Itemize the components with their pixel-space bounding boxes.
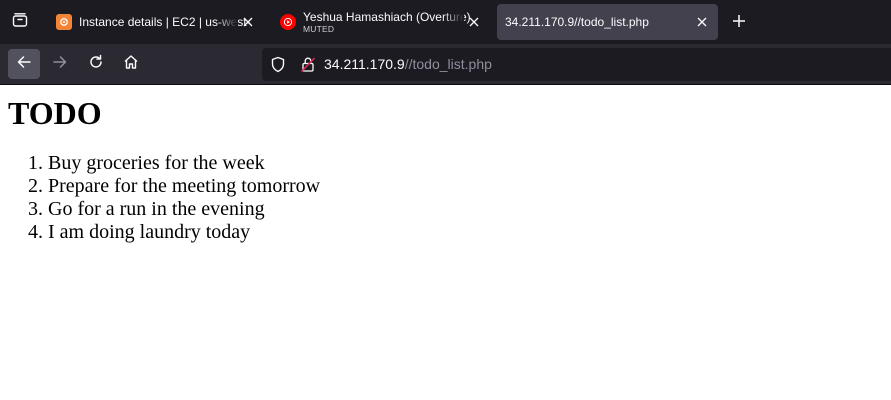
youtube-music-icon <box>280 14 296 30</box>
url-host: 34.211.170.9 <box>324 56 405 72</box>
tab-todo-list[interactable]: 34.211.170.9//todo_list.php <box>497 4 718 40</box>
close-tab-icon[interactable] <box>240 14 256 30</box>
tab-overview-icon <box>11 11 29 33</box>
todo-item: Go for a run in the evening <box>48 198 320 221</box>
aws-icon <box>56 14 72 30</box>
navigation-bar: 34.211.170.9//todo_list.php <box>0 44 891 85</box>
close-tab-icon[interactable] <box>466 14 482 30</box>
tab-overview-button[interactable] <box>0 0 40 44</box>
tab-ec2-instance-details[interactable]: Instance details | EC2 | us-west- <box>48 4 264 40</box>
tab-youtube-music[interactable]: Yeshua Hamashiach (Overture) MUTED <box>272 4 490 40</box>
tab-title-fade <box>442 4 464 40</box>
insecure-lock-icon[interactable] <box>300 56 316 77</box>
plus-icon <box>732 13 746 32</box>
back-button[interactable] <box>8 49 40 79</box>
arrow-left-icon <box>16 54 32 74</box>
address-bar[interactable]: 34.211.170.9//todo_list.php <box>262 48 891 81</box>
todo-item: I am doing laundry today <box>48 221 320 244</box>
home-icon <box>123 54 139 74</box>
page-heading: TODO <box>8 95 102 131</box>
reload-button[interactable] <box>80 49 112 79</box>
todo-item: Prepare for the meeting tomorrow <box>48 175 320 198</box>
tab-title-fade <box>216 4 238 40</box>
new-tab-button[interactable] <box>729 12 749 32</box>
url-path: //todo_list.php <box>404 56 492 72</box>
close-tab-icon[interactable] <box>694 14 710 30</box>
reload-icon <box>88 54 104 74</box>
forward-button[interactable] <box>44 49 76 79</box>
tab-title: 34.211.170.9//todo_list.php <box>505 15 649 29</box>
tracking-protection-shield-icon[interactable] <box>270 56 286 77</box>
home-button[interactable] <box>115 49 147 79</box>
page-content: TODO Buy groceries for the week Prepare … <box>0 86 891 400</box>
arrow-right-icon <box>52 54 68 74</box>
url-text[interactable]: 34.211.170.9//todo_list.php <box>324 48 492 81</box>
todo-list: Buy groceries for the week Prepare for t… <box>8 152 320 244</box>
todo-item: Buy groceries for the week <box>48 152 320 175</box>
tab-strip: Instance details | EC2 | us-west- Yeshua… <box>0 0 891 44</box>
